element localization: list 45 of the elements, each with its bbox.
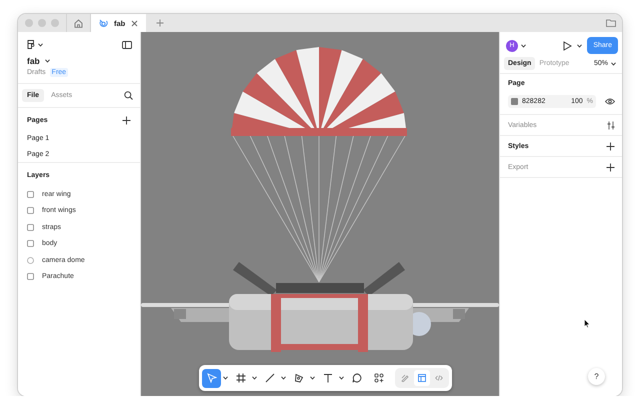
caret-icon[interactable]	[339, 376, 344, 380]
mode-button[interactable]	[414, 370, 430, 386]
sidebar-toggle-icon[interactable]	[122, 40, 132, 48]
text-icon	[322, 373, 332, 383]
frame-icon	[236, 373, 246, 383]
sliders-icon[interactable]	[607, 120, 615, 130]
square-icon	[27, 273, 34, 280]
folder-icon[interactable]	[606, 19, 616, 27]
plus-icon[interactable]	[606, 142, 615, 150]
layout-icon	[418, 374, 426, 382]
caret-icon[interactable]	[577, 44, 582, 48]
code-icon	[435, 374, 443, 382]
caret-icon[interactable]	[252, 376, 257, 380]
search-icon[interactable]	[124, 91, 133, 100]
caret-icon[interactable]	[281, 376, 286, 380]
actions-icon	[374, 373, 384, 383]
comment-icon	[352, 373, 362, 383]
pen-icon	[401, 374, 409, 382]
square-icon	[27, 190, 34, 198]
caret-icon[interactable]	[38, 42, 43, 46]
circle-icon	[27, 256, 34, 264]
square-icon	[27, 224, 34, 231]
help-button[interactable]: ?	[588, 368, 605, 385]
cursor-icon	[584, 319, 590, 328]
caret-icon[interactable]	[44, 59, 50, 63]
caret-icon[interactable]	[611, 62, 616, 66]
plus-icon[interactable]	[122, 116, 131, 124]
main-menu-icon[interactable]	[27, 40, 35, 49]
plus-icon[interactable]	[606, 162, 615, 172]
new-tab-icon[interactable]	[156, 19, 164, 27]
square-icon	[27, 240, 34, 248]
pen-icon	[294, 373, 304, 383]
close-icon[interactable]	[131, 20, 138, 26]
file-icon	[99, 18, 108, 28]
home-icon[interactable]	[74, 18, 83, 28]
pointer-icon	[206, 373, 216, 383]
caret-icon[interactable]	[223, 376, 228, 380]
line-icon	[264, 373, 274, 383]
caret-icon[interactable]	[310, 376, 315, 380]
file-name[interactable]: fab	[27, 56, 40, 66]
play-icon[interactable]	[563, 40, 572, 50]
caret-icon[interactable]	[521, 44, 526, 48]
color-swatch[interactable]	[511, 98, 518, 105]
eye-icon[interactable]	[605, 98, 615, 105]
square-icon	[27, 207, 34, 214]
